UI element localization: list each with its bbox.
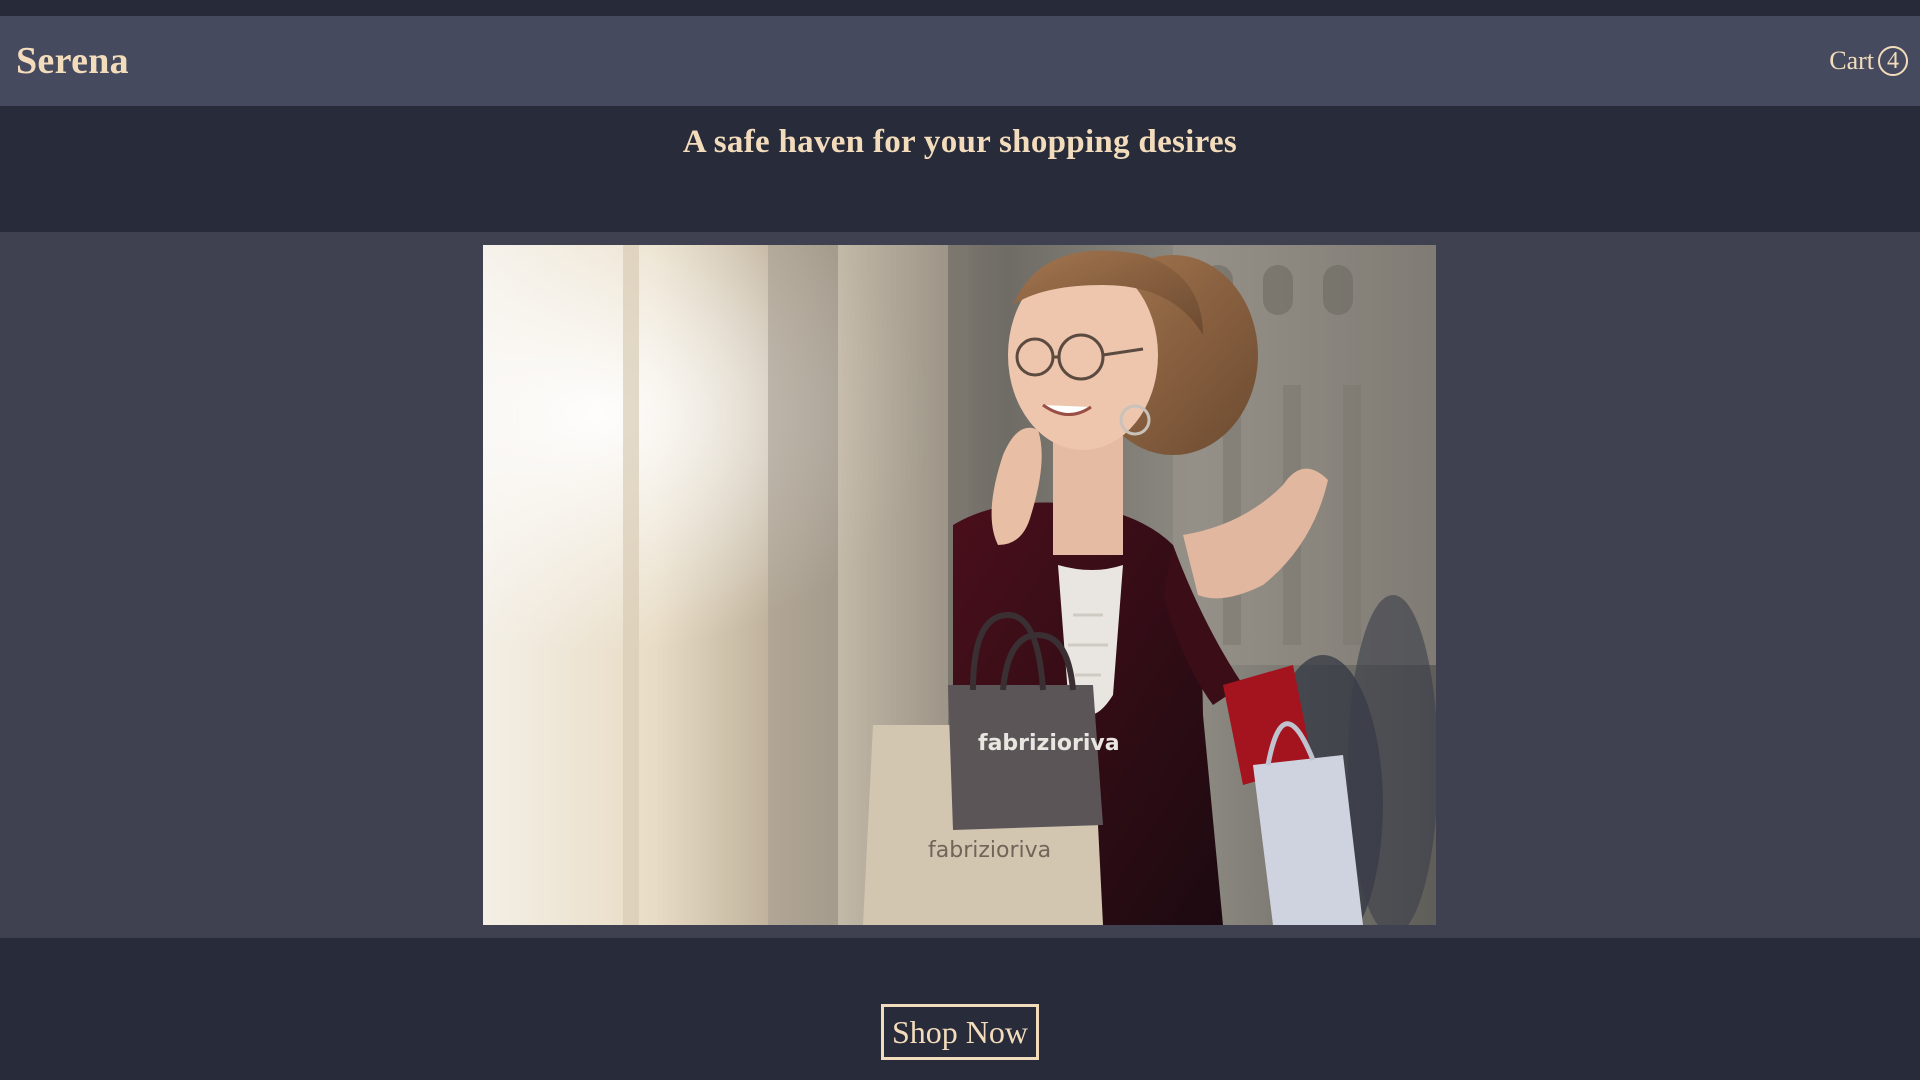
cart-button[interactable]: Cart 4 (1829, 46, 1908, 76)
shop-now-button[interactable]: Shop Now (881, 1004, 1039, 1060)
hero-section: fabrizioriva fabrizioriva (0, 232, 1920, 938)
svg-text:fabrizioriva: fabrizioriva (978, 731, 1120, 756)
cta-band: Shop Now (0, 938, 1920, 1080)
page: Serena Cart 4 A safe haven for your shop… (0, 0, 1920, 1080)
cart-count-badge: 4 (1878, 46, 1908, 76)
navbar: Serena Cart 4 (0, 16, 1920, 106)
hero-image: fabrizioriva fabrizioriva (483, 245, 1436, 925)
cart-label: Cart (1829, 46, 1874, 75)
tagline-band: A safe haven for your shopping desires (0, 106, 1920, 232)
tagline: A safe haven for your shopping desires (682, 124, 1238, 160)
brand-logo[interactable]: Serena (16, 39, 129, 83)
svg-text:fabrizioriva: fabrizioriva (928, 838, 1051, 863)
top-strip (0, 0, 1920, 16)
shopping-woman-photo: fabrizioriva fabrizioriva (483, 245, 1436, 925)
